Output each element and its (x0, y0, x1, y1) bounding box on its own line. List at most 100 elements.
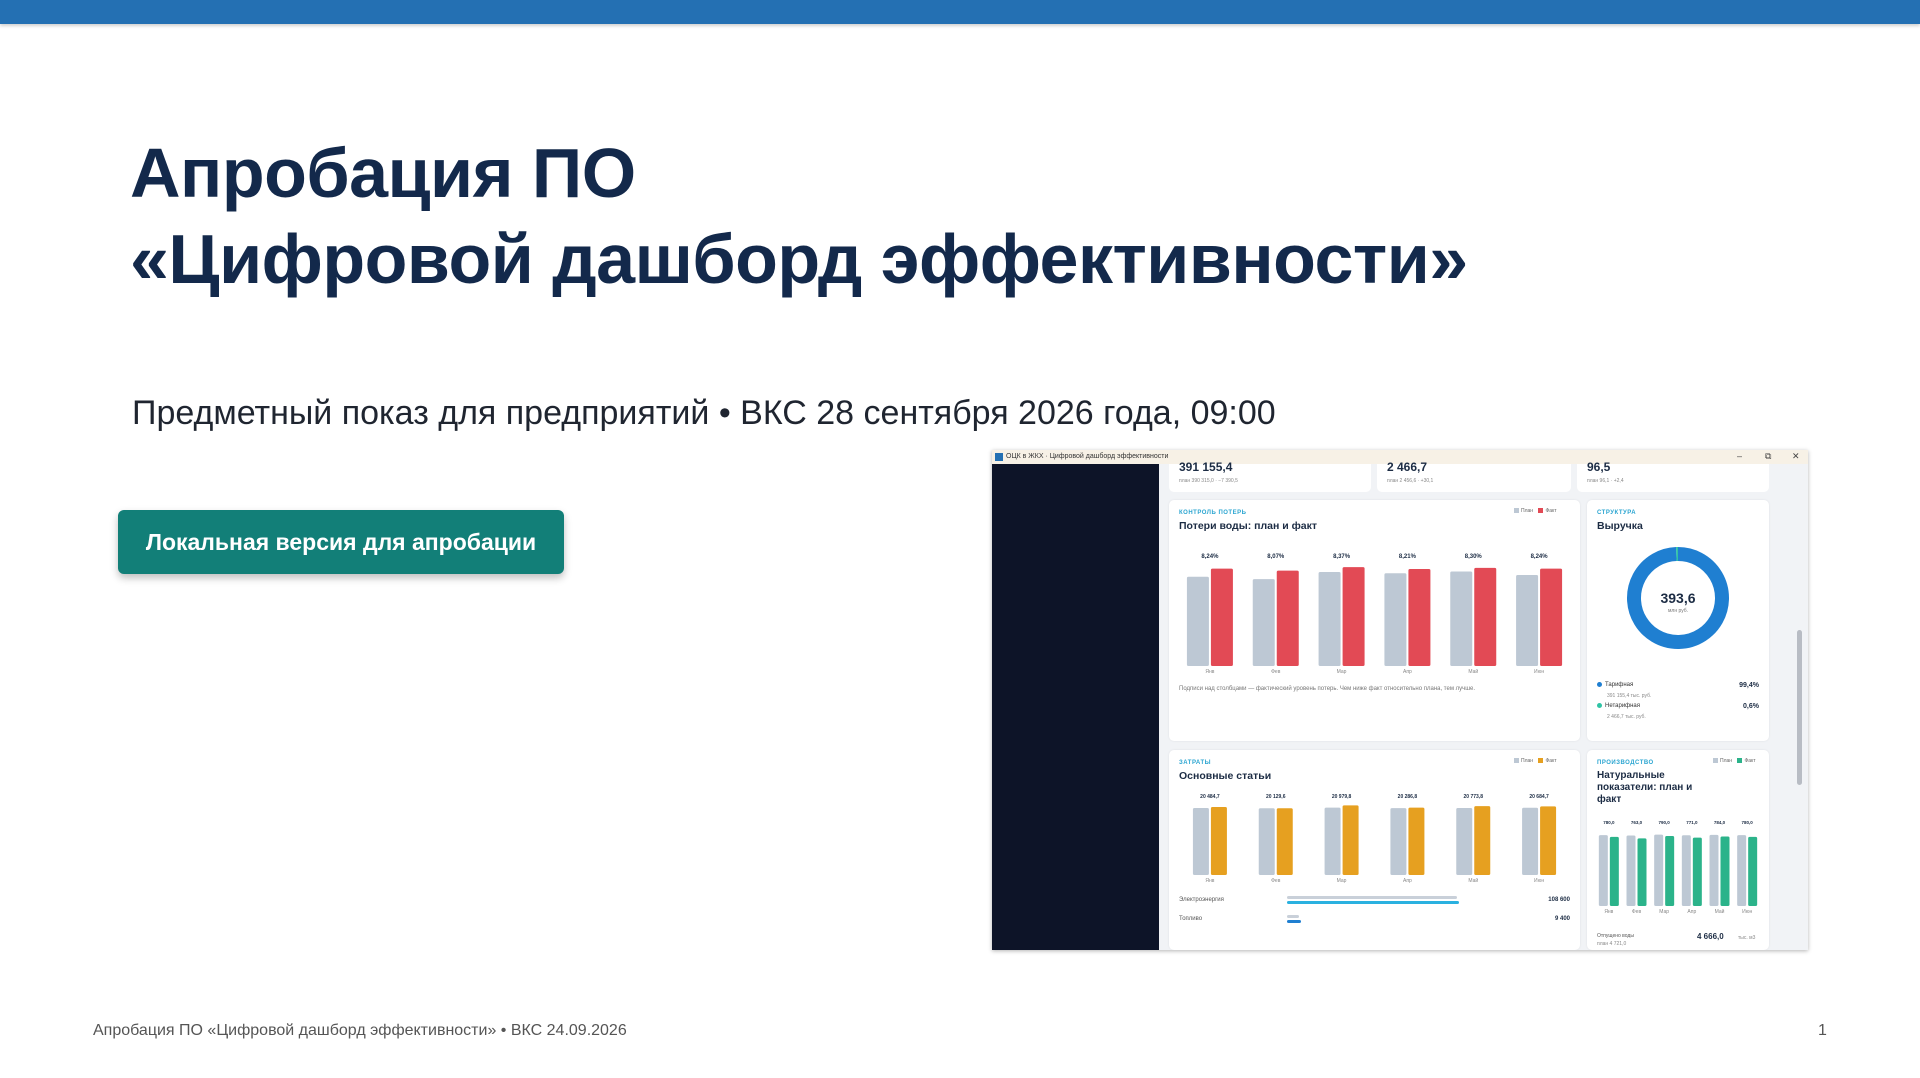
bar-план (1318, 572, 1341, 666)
x-tick-label: Мар (1337, 878, 1347, 883)
costs-card: ЗАТРАТЫ Основные статьи План Факт 20 484… (1169, 750, 1580, 950)
bar-факт (1720, 836, 1730, 906)
bar-data-label: 8,30% (1465, 554, 1483, 560)
legend-plan: План (1521, 508, 1534, 514)
legend-dot (1597, 703, 1602, 708)
window-title: ОЦК в ЖКХ · Цифровой дашборд эффективнос… (1006, 453, 1169, 460)
costs-title: Основные статьи (1179, 770, 1272, 782)
dashboard-content: 391 155,4 план 390 315,0 · −7 390,5 2 46… (1159, 460, 1808, 950)
x-tick-label: Фев (1271, 878, 1281, 883)
top-accent-bar (0, 0, 1920, 24)
bar-план (1258, 808, 1275, 875)
bar-план (1456, 807, 1473, 875)
x-tick-label: Май (1468, 668, 1478, 674)
bar-data-label: 784,0 (1714, 820, 1726, 825)
close-icon[interactable]: ✕ (1792, 451, 1800, 462)
bar-data-label: 20 484,7 (1200, 794, 1220, 800)
revenue-title: Выручка (1597, 520, 1643, 532)
cost-row-fact-bar (1287, 920, 1301, 923)
losses-legend: План Факт (1514, 508, 1557, 514)
x-tick-label: Апр (1403, 669, 1412, 674)
bar-факт (1692, 837, 1702, 906)
minimize-icon[interactable]: – (1737, 451, 1742, 461)
bar-план (1324, 807, 1341, 875)
production-title: Натуральные показатели: план и факт (1597, 770, 1692, 806)
slide-title-line-2: «Цифровой дашборд эффективности» (130, 220, 1468, 298)
bar-план (1192, 807, 1209, 875)
kpi-value: 2 466,7 (1387, 460, 1428, 474)
app-icon (995, 453, 1003, 461)
scrollbar[interactable] (1797, 630, 1802, 785)
legend-swatch-fact (1538, 758, 1544, 764)
revenue-legend-sub: 391 155,4 тыс. руб. (1607, 693, 1652, 699)
kpi-sub: план 2 456,6 · +30,1 (1387, 478, 1434, 484)
bar-план (1450, 571, 1473, 666)
bar-факт (1408, 568, 1431, 666)
bar-план (1516, 575, 1539, 666)
bar-data-label: 780,0 (1742, 820, 1754, 825)
losses-note: Подписи над столбцами — фактический уров… (1179, 686, 1476, 692)
x-tick-label: Июн (1534, 669, 1544, 674)
production-footer-label: Отпущено воды (1597, 933, 1634, 939)
bar-план (1186, 576, 1209, 666)
revenue-legend-pct: 99,4% (1739, 682, 1759, 689)
revenue-legend-pct: 0,6% (1743, 703, 1759, 710)
production-title-line: Натуральные (1597, 770, 1665, 781)
legend-swatch-plan (1514, 758, 1519, 764)
production-chart: 780,0 Янв 763,0 Фев 790,0 Мар 771,0 Апр 784,0 Май… (1598, 820, 1758, 914)
costs-kicker: ЗАТРАТЫ (1179, 760, 1212, 766)
slide-title: Апробация ПО «Цифровой дашборд эффективн… (130, 130, 1468, 302)
production-title-line: факт (1597, 794, 1622, 805)
revenue-card: СТРУКТУРА Выручка 393,6 млн руб. Тарифна… (1587, 500, 1769, 741)
bar-факт (1474, 567, 1497, 666)
legend-swatch-plan (1514, 508, 1519, 514)
production-kicker: ПРОИЗВОДСТВО (1597, 760, 1654, 766)
local-version-button[interactable]: Локальная версия для апробации (118, 510, 564, 574)
legend-plan: План (1720, 758, 1733, 764)
slide-title-line-1: Апробация ПО (130, 134, 636, 212)
revenue-legend-sub: 2 466,7 тыс. руб. (1607, 714, 1646, 720)
bar-data-label: 780,0 (1603, 820, 1615, 825)
bar-план (1522, 807, 1539, 875)
legend-swatch-plan (1713, 758, 1718, 764)
cost-row-plan-bar (1287, 915, 1299, 918)
cost-row-value: 9 400 (1554, 916, 1570, 922)
legend-plan: План (1521, 758, 1534, 764)
bar-data-label: 8,07% (1267, 554, 1285, 560)
production-footer-unit: тыс. м3 (1738, 935, 1756, 941)
bar-data-label: 771,0 (1686, 820, 1698, 825)
bar-факт (1276, 808, 1293, 875)
cost-row-label: Топливо (1179, 916, 1203, 922)
x-tick-label: Апр (1403, 878, 1412, 883)
cost-row-label: Электроэнергия (1179, 897, 1224, 903)
kpi-card: 2 466,7 план 2 456,6 · +30,1 (1377, 460, 1571, 492)
losses-kicker: КОНТРОЛЬ ПОТЕРЬ (1179, 510, 1247, 516)
losses-chart: 8,24% Янв 8,07% Фев 8,37% Мар 8,21% Апр 8,30% Май… (1186, 554, 1563, 674)
bar-факт (1210, 807, 1227, 875)
bar-факт (1474, 806, 1491, 875)
bar-план (1252, 579, 1275, 666)
dashboard-sidebar (992, 464, 1159, 950)
bar-план (1384, 573, 1407, 666)
bar-план (1737, 835, 1747, 906)
production-footer-sub: план 4 721,0 (1597, 941, 1627, 947)
legend-swatch-fact (1538, 508, 1544, 514)
x-tick-label: Июн (1742, 909, 1752, 914)
dashboard-screenshot: ОЦК в ЖКХ · Цифровой дашборд эффективнос… (992, 450, 1808, 950)
bar-план (1626, 835, 1636, 906)
bar-data-label: 20 773,8 (1464, 794, 1484, 800)
bar-data-label: 20 286,8 (1398, 794, 1418, 800)
kpi-sub: план 390 315,0 · −7 390,5 (1179, 478, 1238, 484)
legend-dot (1597, 682, 1602, 687)
restore-icon[interactable]: ⧉ (1765, 451, 1771, 462)
x-tick-label: Май (1715, 908, 1725, 914)
bar-data-label: 20 979,8 (1332, 794, 1352, 800)
kpi-card: 391 155,4 план 390 315,0 · −7 390,5 (1169, 460, 1371, 492)
kpi-sub: план 96,1 · +2,4 (1587, 478, 1624, 484)
bar-факт (1665, 835, 1675, 906)
bar-план (1598, 835, 1608, 906)
bar-data-label: 8,21% (1399, 554, 1417, 560)
bar-факт (1540, 806, 1557, 875)
bar-data-label: 8,37% (1333, 554, 1351, 560)
losses-title: Потери воды: план и факт (1179, 520, 1318, 532)
